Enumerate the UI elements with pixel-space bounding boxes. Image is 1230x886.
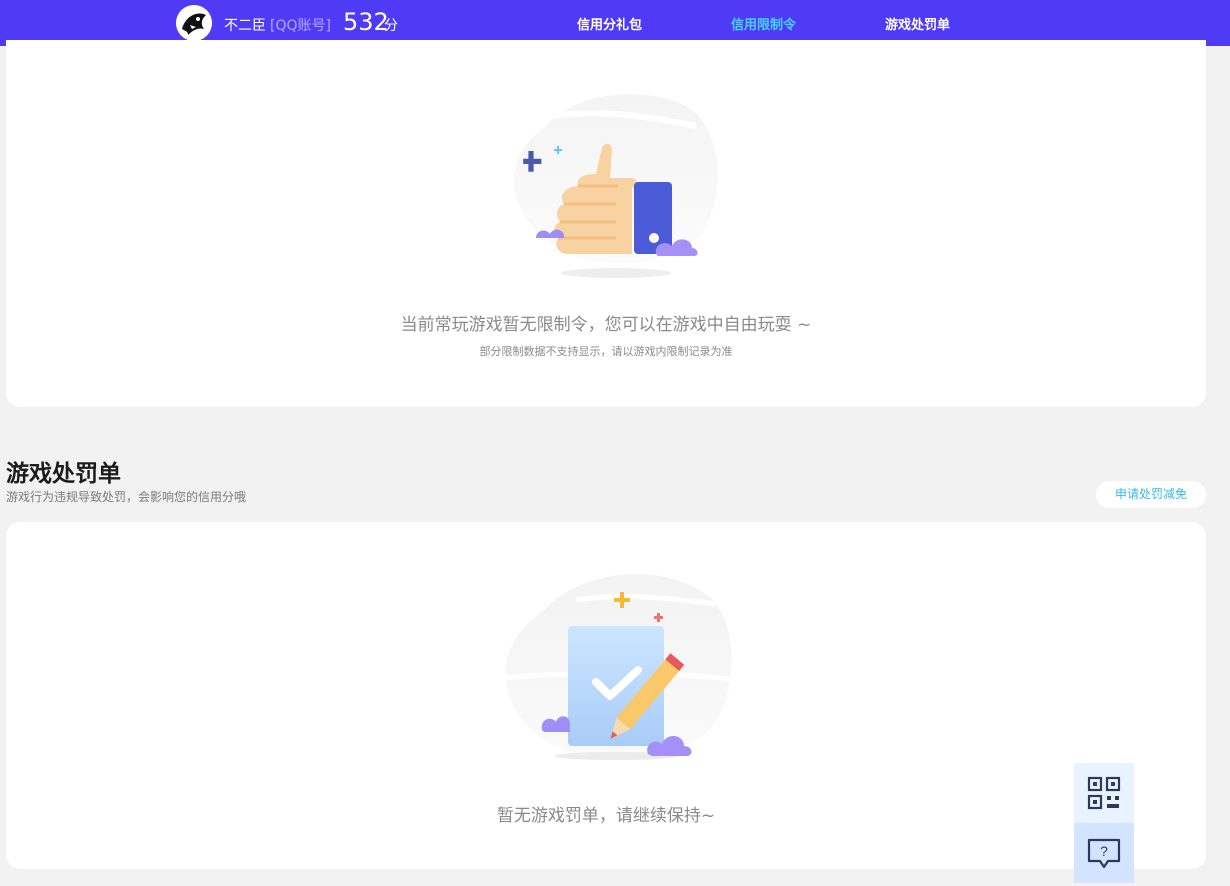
penalty-card: 暂无游戏罚单，请继续保持~ [6,522,1206,869]
penalty-section-description: 游戏行为违规导致处罚，会影响您的信用分哦 [6,490,247,504]
restriction-card: 当前常玩游戏暂无限制令，您可以在游戏中自由玩耍 ~ 部分限制数据不支持显示，请以… [6,40,1206,407]
nav-credit-restriction[interactable]: 信用限制令 [731,14,796,33]
penalty-empty-text: 暂无游戏罚单，请继续保持~ [496,806,716,826]
credit-score: 532 [343,8,389,36]
clipboard-check-illustration [505,574,737,760]
restriction-empty-subtitle: 部分限制数据不支持显示，请以游戏内限制记录为准 [479,345,733,358]
apply-penalty-reduction-button[interactable]: 申请处罚减免 [1096,481,1206,508]
avatar-image [176,5,212,41]
penalty-section-title: 游戏处罚单 [6,461,121,487]
svg-text:?: ? [1100,843,1108,859]
help-chat-icon: ? [1087,838,1121,869]
thumbs-up-illustration [513,94,718,278]
help-feedback-button[interactable]: ? [1074,823,1134,883]
qr-code-button[interactable] [1074,763,1134,823]
credit-score-unit: 分 [384,18,398,34]
nav-credit-gift[interactable]: 信用分礼包 [577,14,642,33]
qr-code-icon [1087,776,1121,810]
user-name: 不二臣 [224,18,266,34]
nav-game-penalty[interactable]: 游戏处罚单 [885,14,950,33]
account-type: [QQ账号] [270,18,331,34]
avatar[interactable] [176,5,212,41]
restriction-empty-title: 当前常玩游戏暂无限制令，您可以在游戏中自由玩耍 ~ [400,315,812,335]
